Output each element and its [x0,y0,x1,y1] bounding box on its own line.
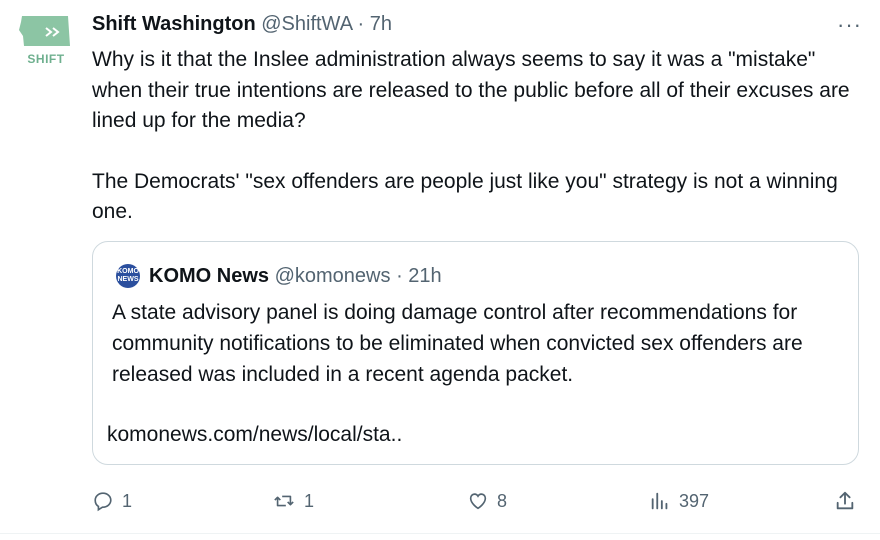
tweet-paragraph: Why is it that the Inslee administration… [92,48,850,132]
reply-count: 1 [122,490,133,511]
avatar[interactable]: SHIFT [16,12,76,70]
retweet-count: 1 [304,490,315,511]
more-options-icon[interactable]: ··· [837,12,862,38]
quoted-author-handle[interactable]: @komonews [275,265,391,287]
divider [0,533,880,534]
avatar-text: KOMO [117,268,139,275]
quoted-tweet-header: KOMO News @komonews · 21h [149,264,442,288]
quoted-tweet-time[interactable]: 21h [408,265,441,287]
avatar-text: SHIFT [27,52,65,66]
views-button[interactable]: 397 [649,486,709,516]
tweet-header: Shift Washington @ShiftWA · 7h [92,11,392,37]
share-icon [836,491,854,510]
views-count: 397 [679,490,710,511]
avatar-text: NEWS [117,276,139,283]
retweet-button[interactable]: 1 [272,486,314,516]
separator-dot: · [357,13,365,35]
author-handle[interactable]: @ShiftWA [261,13,352,35]
komo-news-avatar[interactable]: KOMO NEWS [116,264,140,288]
quoted-tweet-text: A state advisory panel is doing damage c… [112,301,803,386]
washington-state-logo-icon [19,16,70,46]
like-button[interactable]: 8 [467,486,507,516]
quoted-tweet-link[interactable]: komonews.com/news/local/sta.. [107,422,402,448]
heart-icon [469,493,487,510]
reply-icon [94,492,112,512]
quoted-tweet-card[interactable]: KOMO NEWS KOMO News @komonews · 21h A st… [92,241,859,465]
tweet[interactable]: SHIFT Shift Washington @ShiftWA · 7h ···… [0,0,880,540]
action-bar: 1 1 8 397 [92,486,867,516]
quoted-author-name[interactable]: KOMO News [149,265,269,287]
like-count: 8 [497,490,508,511]
author-name[interactable]: Shift Washington [92,13,256,35]
tweet-text: Why is it that the Inslee administration… [92,45,867,228]
reply-button[interactable]: 1 [92,486,132,516]
views-chart-icon [651,492,668,510]
retweet-icon [274,495,294,507]
share-button[interactable] [834,486,856,516]
separator-dot: · [396,265,403,287]
tweet-time[interactable]: 7h [370,13,392,35]
tweet-paragraph: The Democrats' "sex offenders are people… [92,169,838,224]
